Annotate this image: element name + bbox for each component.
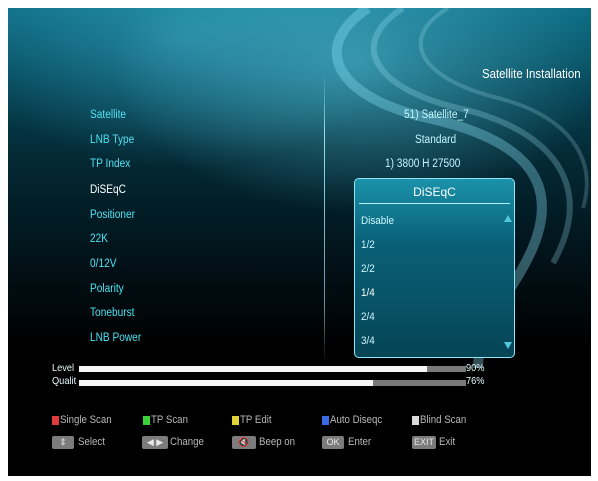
setting-label-lnb-power[interactable]: LNB Power — [90, 332, 141, 344]
ok-key-icon: OK — [322, 436, 344, 449]
green-key-icon — [143, 416, 150, 425]
setting-label-positioner[interactable]: Positioner — [90, 209, 135, 221]
popup-option-disable[interactable]: Disable — [361, 215, 394, 227]
popup-option-3-4[interactable]: 3/4 — [361, 335, 375, 347]
popup-option-1-4[interactable]: 1/4 — [361, 287, 375, 299]
popup-option-2-4[interactable]: 2/4 — [361, 311, 375, 323]
legend-single-scan[interactable]: Single Scan — [60, 414, 112, 426]
setting-value-tp-index[interactable]: 1) 3800 H 27500 — [385, 158, 460, 170]
popup-option-1-2[interactable]: 1/2 — [361, 239, 375, 251]
quality-bar — [79, 380, 466, 386]
updown-key-icon: ⇕ — [52, 436, 74, 449]
popup-option-2-2[interactable]: 2/2 — [361, 263, 375, 275]
white-key-icon — [412, 416, 419, 425]
popup-divider — [359, 203, 510, 204]
legend-exit[interactable]: Exit — [439, 436, 455, 448]
setting-label-satellite[interactable]: Satellite — [90, 109, 126, 121]
mute-key-icon: 🔇 — [232, 436, 256, 449]
tv-screen: Satellite Installation Satellite 51) Sat… — [8, 8, 591, 476]
legend-tp-edit[interactable]: TP Edit — [240, 414, 272, 426]
setting-label-diseqc[interactable]: DiSEqC — [90, 184, 126, 196]
popup-title: DiSEqC — [413, 185, 456, 199]
setting-label-toneburst[interactable]: Toneburst — [90, 307, 134, 319]
exit-key-icon: EXIT — [412, 436, 436, 449]
setting-label-polarity[interactable]: Polarity — [90, 283, 124, 295]
column-divider — [324, 74, 325, 364]
legend-auto-diseqc[interactable]: Auto Diseqc — [330, 414, 382, 426]
quality-bar-fill — [79, 380, 374, 386]
setting-label-0-12v[interactable]: 0/12V — [90, 258, 116, 270]
scroll-up-icon[interactable] — [504, 215, 512, 222]
page-title: Satellite Installation — [482, 66, 581, 81]
legend-change[interactable]: Change — [170, 436, 204, 448]
red-key-icon — [52, 416, 59, 425]
scroll-down-icon[interactable] — [504, 342, 512, 349]
legend-tp-scan[interactable]: TP Scan — [151, 414, 188, 426]
setting-value-satellite[interactable]: 51) Satellite_7 — [404, 109, 469, 121]
legend-beep-on[interactable]: Beep on — [259, 436, 295, 448]
leftright-key-icon: ◀ ▶ — [142, 436, 168, 449]
quality-percent: 76% — [466, 375, 485, 387]
level-bar — [79, 366, 466, 372]
blue-key-icon — [322, 416, 329, 425]
yellow-key-icon — [232, 416, 239, 425]
setting-label-lnb-type[interactable]: LNB Type — [90, 134, 134, 146]
level-percent: 90% — [466, 362, 485, 374]
diseqc-popup[interactable]: DiSEqC Disable 1/2 2/2 1/4 2/4 3/4 — [354, 178, 515, 358]
setting-label-22k[interactable]: 22K — [90, 233, 108, 245]
level-label: Level — [52, 362, 75, 374]
legend-select[interactable]: Select — [78, 436, 105, 448]
legend-enter[interactable]: Enter — [348, 436, 371, 448]
setting-value-lnb-type[interactable]: Standard — [415, 134, 456, 146]
legend-blind-scan[interactable]: Blind Scan — [420, 414, 466, 426]
setting-label-tp-index[interactable]: TP Index — [90, 158, 130, 170]
quality-label: Qualit — [52, 375, 77, 387]
level-bar-fill — [79, 366, 428, 372]
